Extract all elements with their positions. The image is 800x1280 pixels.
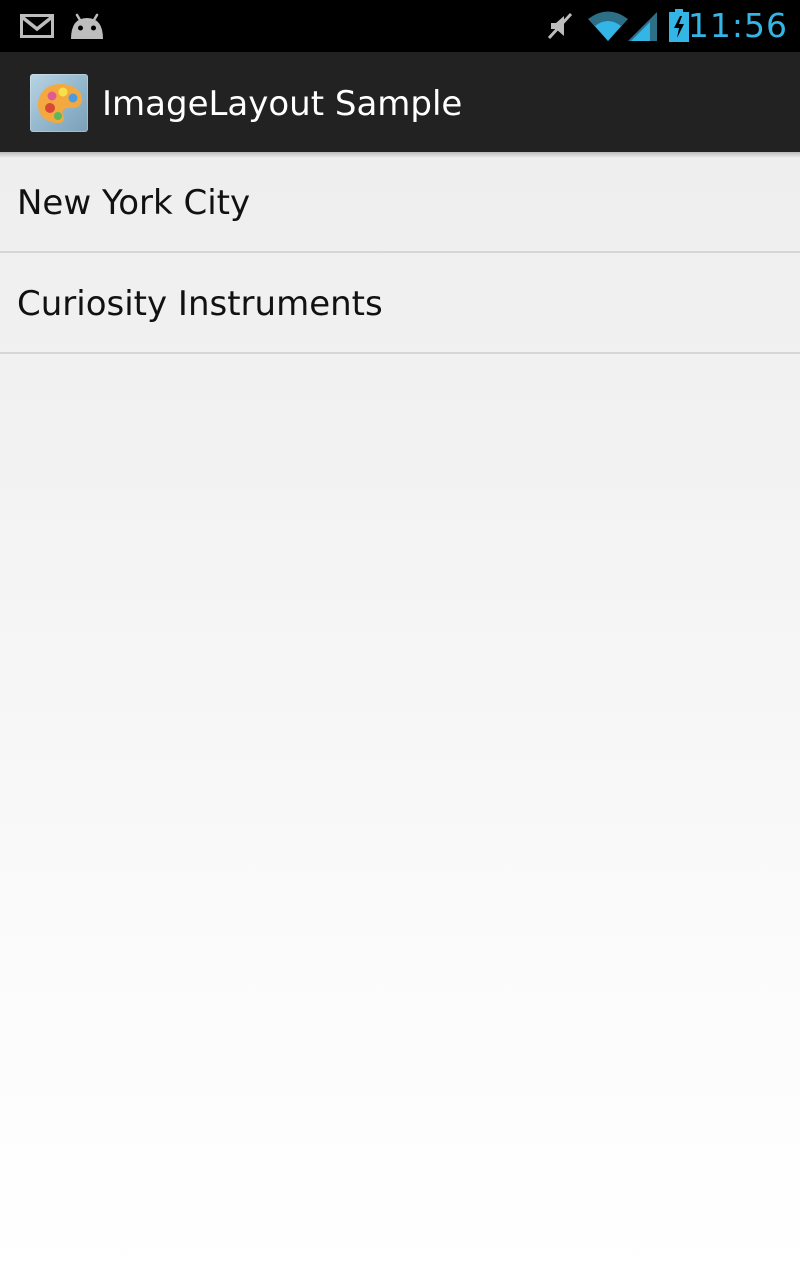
- action-bar: ImageLayout Sample: [0, 52, 800, 158]
- mute-icon: [542, 0, 578, 52]
- status-clock: 11:56: [687, 6, 788, 45]
- gmail-icon: [18, 0, 56, 52]
- list-item-label: Curiosity Instruments: [17, 284, 383, 324]
- list-item-label: New York City: [17, 183, 251, 223]
- list-item-new-york-city[interactable]: New York City: [0, 152, 800, 253]
- list-item-curiosity-instruments[interactable]: Curiosity Instruments: [0, 253, 800, 354]
- android-icon: [66, 0, 108, 52]
- sample-list: New York City Curiosity Instruments: [0, 152, 800, 354]
- wifi-icon: [586, 0, 630, 52]
- palette-icon[interactable]: [30, 74, 88, 132]
- status-bar: 11:56: [0, 0, 800, 52]
- app-title: ImageLayout Sample: [102, 84, 463, 124]
- signal-icon: [626, 0, 660, 52]
